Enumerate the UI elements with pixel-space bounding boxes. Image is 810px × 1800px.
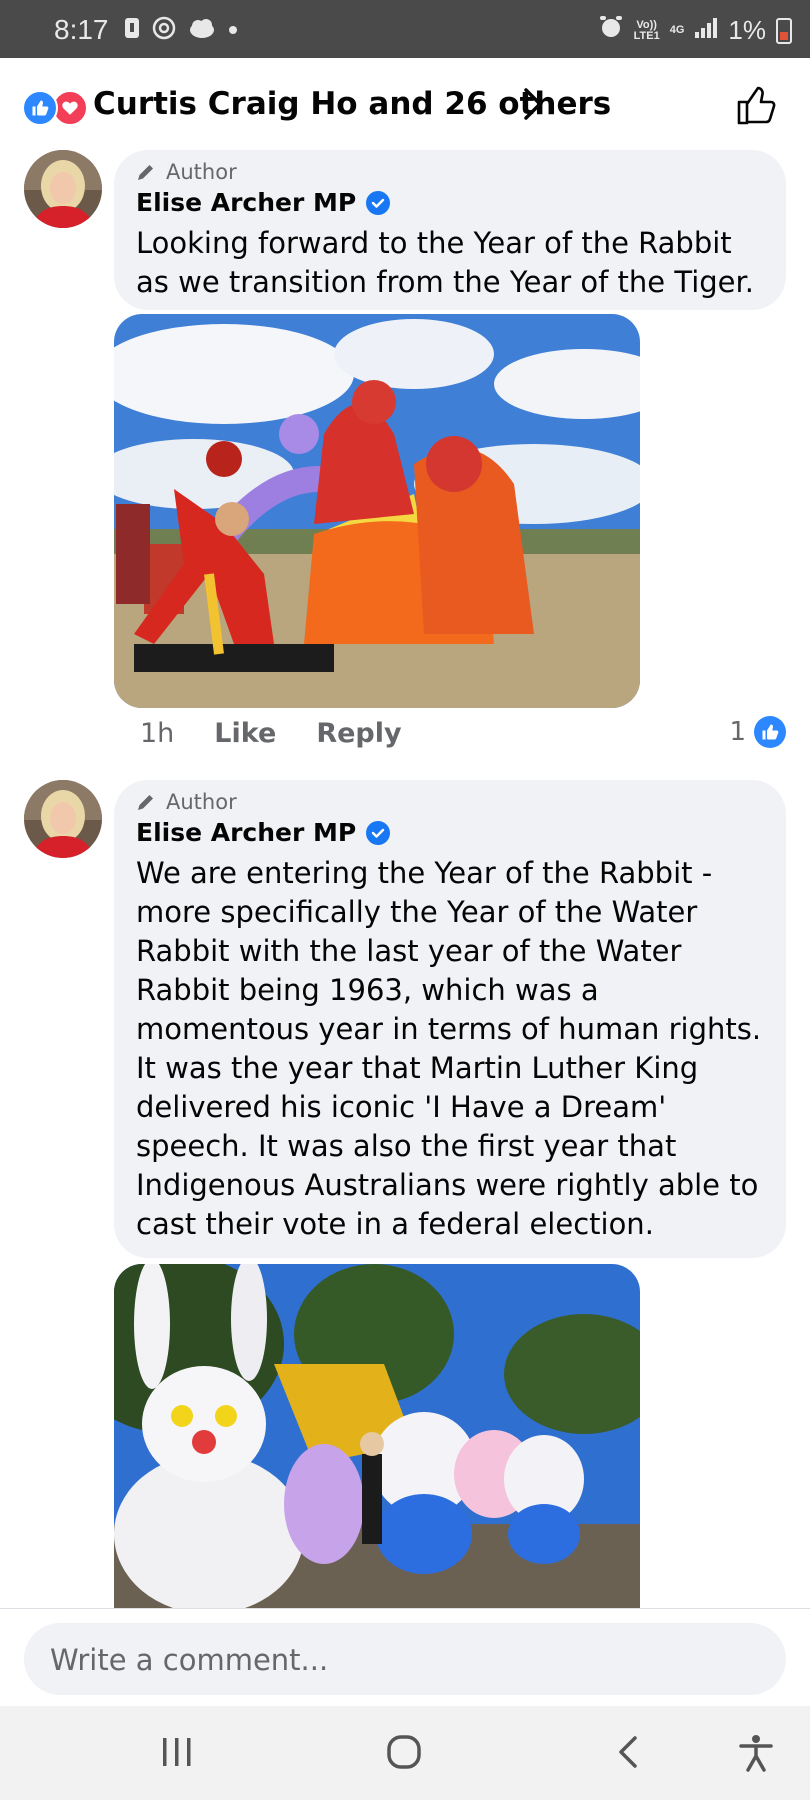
author-name[interactable]: Elise Archer MP (136, 188, 356, 217)
author-avatar[interactable] (24, 780, 102, 858)
back-icon[interactable] (616, 1734, 640, 1774)
comment-input-container[interactable] (24, 1623, 786, 1697)
dot-icon (228, 22, 238, 40)
notification-icon (124, 17, 140, 44)
android-nav-bar (0, 1706, 810, 1800)
battery-icon (776, 17, 792, 44)
status-bar: 8:17 Vo)) LTE1 4G 1% (0, 0, 810, 58)
chevron-right-icon[interactable] (522, 86, 544, 126)
comment-bubble[interactable]: Author Elise Archer MP Looking forward t… (114, 150, 786, 310)
comment-composer (0, 1608, 810, 1707)
cloud-icon (188, 17, 216, 44)
at-sign-icon (152, 16, 176, 45)
comment-like-count[interactable]: 1 (729, 716, 786, 748)
reactions-header[interactable]: Curtis Craig Ho and 26 others (0, 58, 810, 150)
volte-indicator: Vo)) LTE1 (633, 18, 660, 42)
home-icon[interactable] (386, 1734, 422, 1774)
accessibility-icon[interactable] (738, 1734, 774, 1776)
like-reaction-icon (22, 90, 58, 126)
network-type: 4G (669, 24, 685, 36)
author-avatar[interactable] (24, 150, 102, 228)
like-button[interactable]: Like (214, 718, 276, 749)
comment-text: Looking forward to the Year of the Rabbi… (136, 226, 754, 299)
verified-badge-icon (366, 190, 391, 215)
pencil-icon (138, 795, 153, 810)
comment-photo[interactable] (114, 314, 640, 708)
reply-button[interactable]: Reply (316, 718, 401, 749)
like-reaction-icon (754, 716, 786, 748)
status-time: 8:17 (54, 14, 109, 45)
alarm-icon (598, 14, 624, 47)
signal-icon (694, 15, 718, 46)
comment-time: 1h (140, 718, 175, 749)
pencil-icon (138, 165, 153, 180)
author-badge: Author (136, 160, 237, 184)
comment-photo[interactable] (114, 1264, 640, 1608)
author-name[interactable]: Elise Archer MP (136, 818, 356, 847)
comment-bubble[interactable]: Author Elise Archer MP We are entering t… (114, 780, 786, 1258)
thumbs-up-icon[interactable] (736, 84, 778, 130)
comment-input[interactable] (48, 1623, 752, 1697)
comment-text: We are entering the Year of the Rabbit -… (136, 856, 762, 1241)
comment-actions: 1h Like Reply (140, 718, 402, 749)
author-badge: Author (136, 790, 237, 814)
battery-percent: 1% (728, 15, 766, 45)
recent-apps-icon[interactable] (160, 1734, 194, 1774)
verified-badge-icon (366, 820, 391, 845)
